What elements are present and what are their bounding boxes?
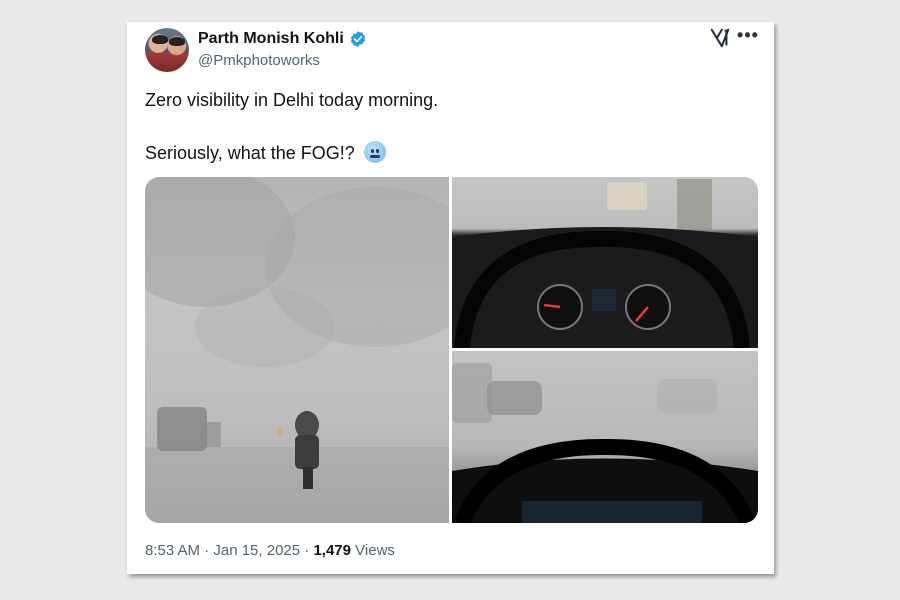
avatar-detail [152, 35, 168, 44]
tweet-text-line-1: Zero visibility in Delhi today morning. [145, 90, 439, 110]
cold-face-emoji-icon [363, 141, 386, 163]
tweet-meta: 8:53 AM · Jan 15, 2025 · 1,479 Views [145, 542, 395, 559]
tweet-media-grid [145, 177, 758, 523]
photo-car-dashboard-fog[interactable] [452, 177, 758, 348]
author-name-row: Parth Monish Kohli [198, 30, 367, 48]
tweet-card: Parth Monish Kohli @Pmkphotoworks ••• Ze… [127, 22, 774, 574]
tweet-text-line-2-text: Seriously, what the FOG!? [145, 143, 355, 163]
photo-windshield-parked-cars[interactable] [452, 351, 758, 523]
tweet-text-line-2: Seriously, what the FOG!? [145, 141, 386, 164]
meta-separator: · [300, 542, 314, 559]
avatar-detail [169, 37, 185, 46]
x-logo-icon[interactable] [709, 27, 731, 49]
views-label: Views [351, 542, 395, 559]
photo-foggy-road-motorcycle[interactable] [145, 177, 449, 523]
author-handle[interactable]: @Pmkphotoworks [198, 52, 320, 69]
author-avatar[interactable] [145, 28, 189, 72]
verified-badge-icon [350, 31, 365, 47]
more-options-icon[interactable]: ••• [737, 26, 759, 48]
author-name[interactable]: Parth Monish Kohli [198, 30, 344, 48]
tweet-timestamp[interactable]: 8:53 AM · Jan 15, 2025 [145, 542, 300, 559]
views-count: 1,479 [313, 542, 351, 559]
